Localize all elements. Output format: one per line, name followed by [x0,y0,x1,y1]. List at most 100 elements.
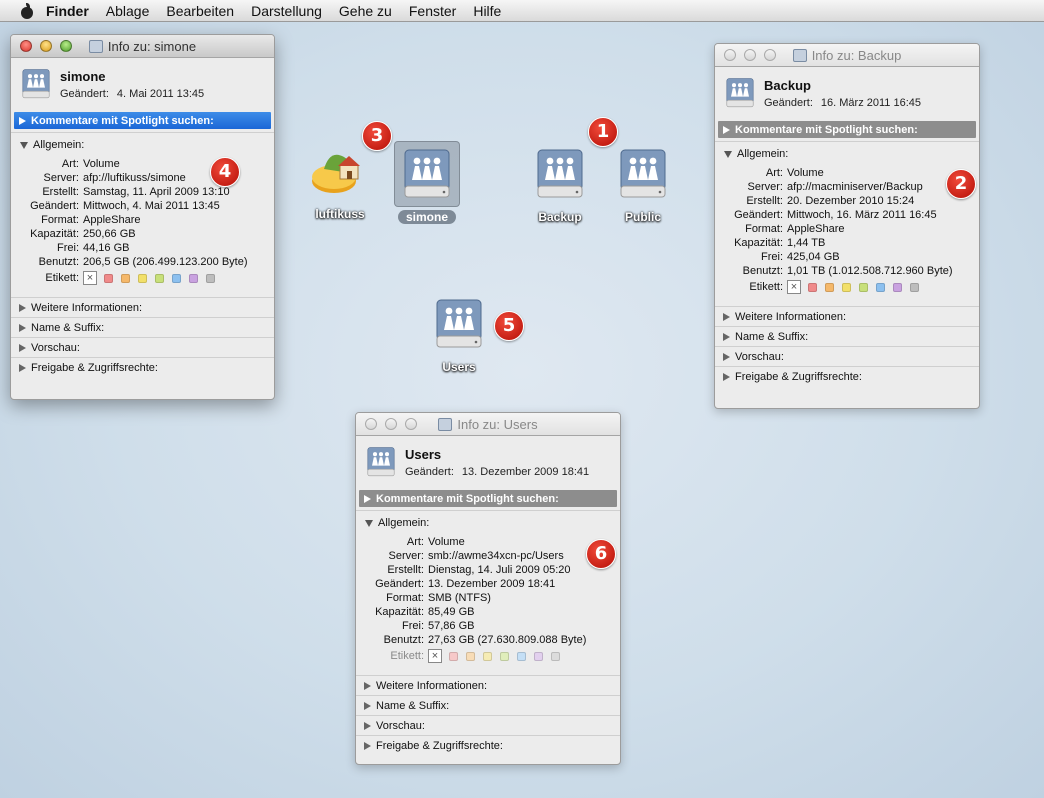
field-geaendert: Geändert: 13. Dezember 2009 18:41 [375,578,556,590]
label-swatch-yellow[interactable] [842,282,851,292]
section-freigabe[interactable]: Freigabe & Zugriffsrechte: [11,357,274,377]
menu-hilfe[interactable]: Hilfe [473,3,501,19]
zoom-button[interactable] [405,418,417,430]
label-swatch-purple[interactable] [189,273,198,283]
label-swatch-green[interactable] [155,273,164,283]
close-button[interactable] [365,418,377,430]
label-swatch-purple[interactable] [534,651,543,661]
close-button[interactable] [20,40,32,52]
general-header[interactable]: Allgemein: [715,146,979,162]
general-header[interactable]: Allgemein: [356,515,620,531]
section-weitere-informationen[interactable]: Weitere Informationen: [356,675,620,695]
section-name-suffix[interactable]: Name & Suffix: [356,695,620,715]
title-bar[interactable]: Info zu: simone [11,35,274,58]
disclosure-triangle-icon [723,125,730,134]
label-row: Etikett: × [356,649,614,663]
modified-label: Geändert: [60,88,109,100]
desktop-icon-luftikuss[interactable]: luftikuss [300,138,380,221]
zoom-button[interactable] [764,49,776,61]
field-erstellt: Erstellt: 20. Dezember 2010 15:24 [746,195,915,207]
field-frei: Frei: 425,04 GB [761,251,840,263]
menu-ablage[interactable]: Ablage [106,3,150,19]
label-swatch-purple[interactable] [893,282,902,292]
field-frei: Frei: 44,16 GB [57,242,130,254]
section-label: Kommentare mit Spotlight suchen: [31,114,214,127]
label-swatch-red[interactable] [808,282,817,292]
minimize-button[interactable] [40,40,52,52]
callout-badge-1: 1 [588,117,618,147]
spotlight-comments-section[interactable]: Kommentare mit Spotlight suchen: [359,490,617,507]
section-freigabe[interactable]: Freigabe & Zugriffsrechte: [715,366,979,386]
section-freigabe[interactable]: Freigabe & Zugriffsrechte: [356,735,620,755]
menu-finder[interactable]: Finder [46,3,89,19]
label-swatch-orange[interactable] [466,651,475,661]
callout-badge-4: 4 [210,157,240,187]
minimize-button[interactable] [385,418,397,430]
minimize-button[interactable] [744,49,756,61]
info-header: Backup Geändert: 16. März 2011 16:45 [715,67,979,121]
section-weitere-informationen[interactable]: Weitere Informationen: [11,297,274,317]
label-swatch-gray[interactable] [551,651,560,661]
section-label: Allgemein: [33,139,85,151]
spotlight-comments-section[interactable]: Kommentare mit Spotlight suchen: [718,121,976,138]
spotlight-comments-section[interactable]: Kommentare mit Spotlight suchen: [14,112,271,129]
desktop-icon-public[interactable]: Public [603,141,683,224]
network-volume-icon [367,447,395,477]
section-name-suffix[interactable]: Name & Suffix: [11,317,274,337]
label-swatch-gray[interactable] [206,273,215,283]
label-swatch-green[interactable] [859,282,868,292]
desktop-icon-label: Public [624,210,661,224]
menu-darstellung[interactable]: Darstellung [251,3,322,19]
label-swatch-orange[interactable] [121,273,130,283]
no-label-swatch[interactable]: × [787,280,801,294]
general-header[interactable]: Allgemein: [11,137,274,153]
label-swatch-blue[interactable] [876,282,885,292]
apple-menu-icon[interactable] [20,2,34,19]
label-swatch-orange[interactable] [825,282,834,292]
item-name: Backup [764,78,811,93]
disclosure-triangle-icon [364,721,371,730]
no-label-swatch[interactable]: × [83,271,97,285]
section-weitere-informationen[interactable]: Weitere Informationen: [715,306,979,326]
network-volume-icon [726,78,754,108]
title-bar[interactable]: Info zu: Users [356,413,620,436]
menu-bearbeiten[interactable]: Bearbeiten [166,3,234,19]
desktop-icon-label: Backup [538,210,582,224]
label-swatch-yellow[interactable] [483,651,492,661]
callout-badge-2: 2 [946,169,976,199]
label-swatch-green[interactable] [500,651,509,661]
label-swatch-yellow[interactable] [138,273,147,283]
label-swatch-red[interactable] [449,651,458,661]
title-bar[interactable]: Info zu: Backup [715,44,979,67]
callout-badge-5: 5 [494,311,524,341]
section-vorschau[interactable]: Vorschau: [11,337,274,357]
label-swatch-blue[interactable] [517,651,526,661]
disclosure-triangle-icon [19,116,26,125]
desktop-icon-simone[interactable]: simone [387,141,467,224]
no-label-swatch[interactable]: × [428,649,442,663]
field-geaendert: Geändert: Mittwoch, 4. Mai 2011 13:45 [30,200,220,212]
desktop-icon-users[interactable]: Users [419,291,499,374]
section-vorschau[interactable]: Vorschau: [356,715,620,735]
modified-value: 13. Dezember 2009 18:41 [461,466,590,478]
desktop-icon-backup[interactable]: Backup [520,141,600,224]
menu-fenster[interactable]: Fenster [409,3,456,19]
close-button[interactable] [724,49,736,61]
disclosure-triangle-open-icon [20,141,28,149]
label-swatch-red[interactable] [104,273,113,283]
menu-gehe-zu[interactable]: Gehe zu [339,3,392,19]
info-header: Users Geändert: 13. Dezember 2009 18:41 [356,436,620,490]
section-vorschau[interactable]: Vorschau: [715,346,979,366]
field-format: Format: AppleShare [745,223,845,235]
modified-line: Geändert: 4. Mai 2011 13:45 [60,88,204,100]
desktop-icon-label: simone [397,210,456,224]
general-fields: Art: Volume Server: smb://awme34xcn-pc/Use… [356,531,620,667]
label-swatch-gray[interactable] [910,282,919,292]
section-name-suffix[interactable]: Name & Suffix: [715,326,979,346]
desktop-icon-label: Users [442,360,476,374]
field-erstellt: Erstellt: Samstag, 11. April 2009 13:10 [42,186,230,198]
modified-line: Geändert: 13. Dezember 2009 18:41 [405,466,589,478]
zoom-button[interactable] [60,40,72,52]
window-title: Info zu: Backup [811,47,902,63]
label-swatch-blue[interactable] [172,273,181,283]
